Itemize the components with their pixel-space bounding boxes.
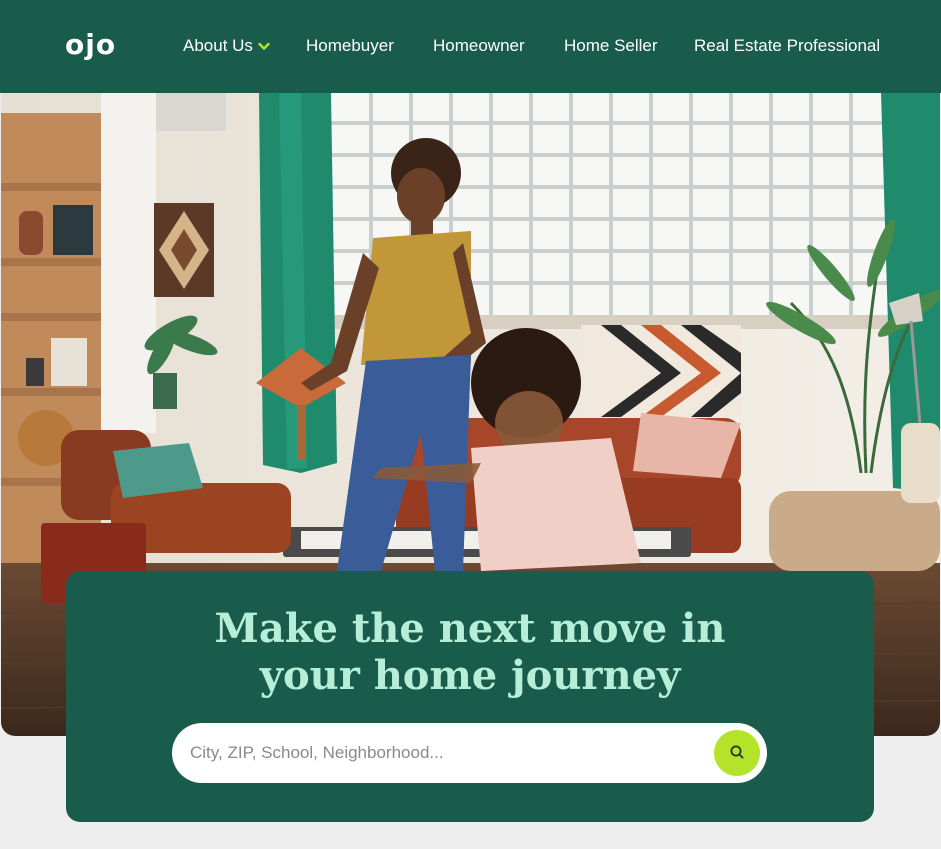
search-button[interactable]: [714, 730, 760, 776]
search-bar: [172, 723, 767, 783]
nav-item-label: Homeowner: [433, 36, 525, 55]
chevron-down-icon: [258, 33, 270, 59]
nav-item-homebuyer[interactable]: Homebuyer: [306, 33, 394, 59]
hero-headline: Make the next move in your home journey: [66, 605, 874, 699]
nav-item-label: About Us: [183, 36, 253, 55]
nav-item-label: Real Estate Professional: [694, 36, 881, 55]
nav-item-homeowner[interactable]: Homeowner: [433, 33, 525, 59]
search-card: Make the next move in your home journey: [66, 571, 874, 822]
nav-item-home-seller[interactable]: Home Seller: [564, 33, 658, 59]
nav-item-about-us[interactable]: About Us: [183, 33, 270, 59]
search-icon: [729, 744, 745, 763]
nav-item-real-estate-professional[interactable]: Real Estate Professional: [694, 33, 880, 59]
nav-item-label: Home Seller: [564, 36, 658, 55]
site-header: ojo About Us Homebuyer Homeowner Home Se…: [0, 0, 941, 93]
main-nav: About Us Homebuyer Homeowner Home Seller…: [0, 33, 941, 59]
hero-headline-line-2: your home journey: [259, 652, 681, 699]
search-input[interactable]: [190, 723, 690, 783]
hero-headline-line-1: Make the next move in: [214, 605, 726, 652]
nav-item-label: Homebuyer: [306, 36, 394, 55]
